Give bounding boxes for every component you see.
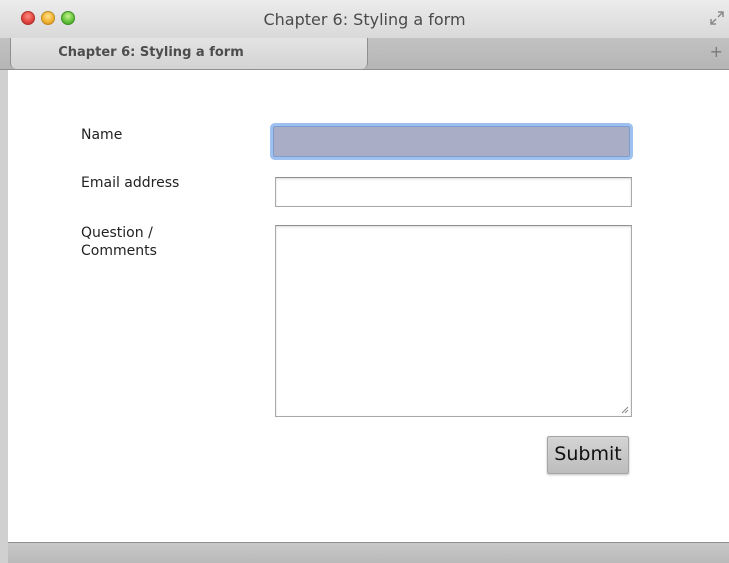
- window-left-edge: [0, 70, 8, 563]
- status-bar: [8, 542, 729, 563]
- tab-bar: Chapter 6: Styling a form +: [0, 38, 729, 70]
- email-input[interactable]: [275, 177, 632, 207]
- email-label: Email address: [81, 175, 180, 191]
- name-input[interactable]: [273, 126, 630, 157]
- question-comments-textarea[interactable]: [275, 225, 632, 417]
- question-comments-label: Question / Comments: [81, 225, 157, 259]
- tab-label: Chapter 6: Styling a form: [58, 45, 244, 60]
- page-content: Name Email address Question / Comments S…: [8, 70, 729, 542]
- submit-button[interactable]: Submit: [547, 436, 629, 474]
- fullscreen-icon[interactable]: [709, 10, 725, 26]
- new-tab-button[interactable]: +: [710, 42, 723, 61]
- tab-chapter-6[interactable]: Chapter 6: Styling a form: [10, 38, 368, 69]
- resize-grip-icon[interactable]: [619, 404, 629, 414]
- browser-window: Chapter 6: Styling a form Chapter 6: Sty…: [0, 0, 729, 563]
- name-label: Name: [81, 127, 123, 143]
- title-bar[interactable]: Chapter 6: Styling a form: [0, 0, 729, 38]
- window-title: Chapter 6: Styling a form: [263, 10, 466, 29]
